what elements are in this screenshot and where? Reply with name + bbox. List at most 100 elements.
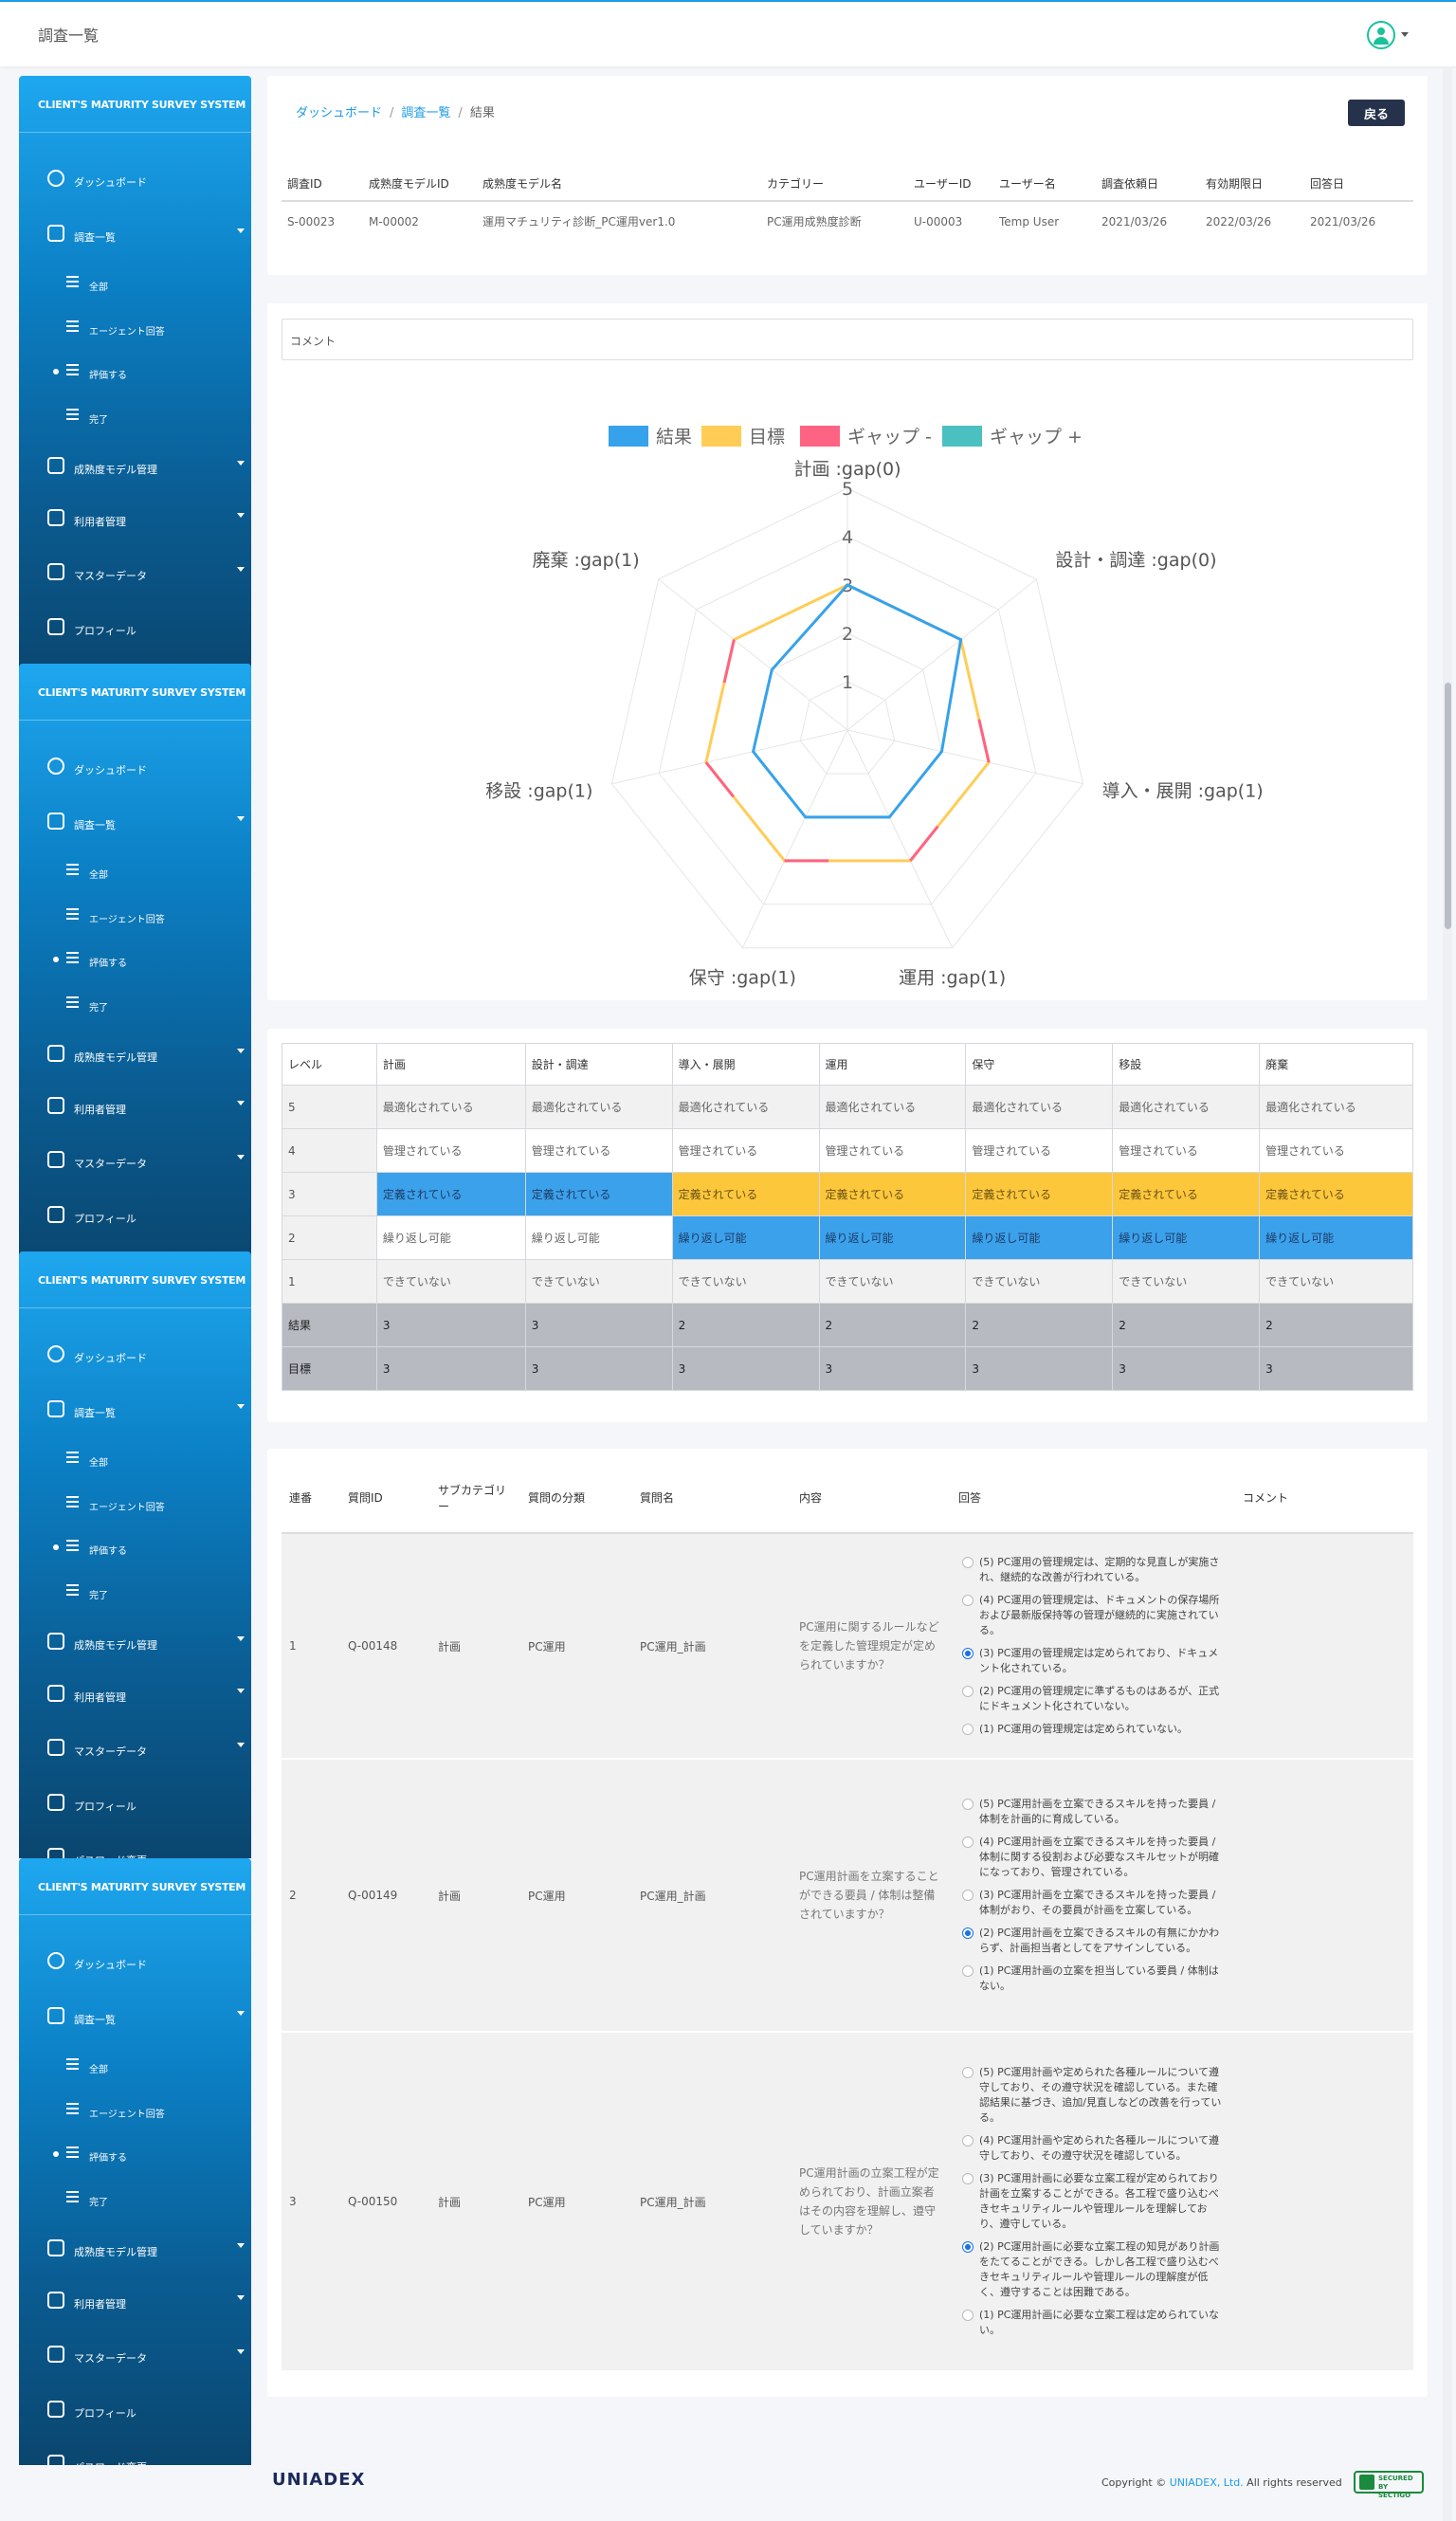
list-icon bbox=[66, 1496, 79, 1507]
chevron-down-icon bbox=[237, 816, 245, 821]
legend-item[interactable]: 目標 bbox=[701, 426, 785, 448]
document-icon bbox=[66, 2191, 79, 2202]
dashboard-icon bbox=[47, 758, 64, 775]
questions-card: 連番 質問ID サブカテゴリー 質問の分類 質問名 内容 回答 コメント 1 Q-00148 計画… bbox=[267, 1449, 1428, 2397]
survey-list-icon bbox=[47, 2007, 64, 2024]
breadcrumb-surveys[interactable]: 調査一覧 bbox=[401, 106, 450, 120]
answer-option-radio[interactable]: (1) PC運用計画に必要な立案工程は定められていない。 bbox=[958, 2308, 1228, 2338]
answer-cell: (5) PC運用の管理規定は、定期的な見直しが実施され、継続的な改善が行われてい… bbox=[951, 1533, 1235, 1760]
sidebar-item-label: 調査一覧 bbox=[74, 2014, 116, 2026]
legend-swatch bbox=[942, 426, 982, 447]
level-cell: できていない bbox=[375, 1259, 526, 1304]
level-header: 廃棄 bbox=[1259, 1043, 1413, 1086]
level-cell: 繰り返し可能 bbox=[524, 1215, 673, 1260]
level-row: 3 定義されている 定義されている 定義されている 定義されている 定義されている 定義され… bbox=[282, 1172, 1413, 1216]
level-cell: 繰り返し可能 bbox=[1112, 1215, 1261, 1260]
grid-spoke bbox=[846, 578, 1037, 731]
question-row: 3 Q-00150 計画 PC運用 PC運用_計画 PC運用計画の立案工程が定められており… bbox=[282, 2032, 1413, 2372]
chevron-down-icon bbox=[237, 461, 245, 466]
chevron-down-icon bbox=[237, 2349, 245, 2354]
answer-option-radio[interactable]: (3) PC運用の管理規定は定められており、ドキュメント化されている。 bbox=[958, 1646, 1228, 1676]
answer-option-radio[interactable]: (4) PC運用の管理規定は、ドキュメントの保存場所および最新版保持等の管理が継… bbox=[958, 1593, 1228, 1638]
question-comment bbox=[1235, 1759, 1413, 2033]
question-id: Q-00149 bbox=[340, 1759, 430, 2033]
level-number: 4 bbox=[282, 1128, 377, 1173]
summary-row: 結果 3 3 2 2 2 2 2 bbox=[282, 1303, 1413, 1347]
legend-label: ギャップ - bbox=[847, 427, 932, 448]
answer-option-radio[interactable]: (2) PC運用計画を立案できるスキルの有無にかかわらず、計画担当者としてをアサ… bbox=[958, 1926, 1228, 1956]
chevron-down-icon bbox=[237, 1101, 245, 1105]
dashboard-icon bbox=[47, 170, 64, 187]
answer-option-radio[interactable]: (2) PC運用計画に必要な立案工程の知見があり計画をたてることができる。しかし… bbox=[958, 2239, 1228, 2300]
level-header: 計画 bbox=[375, 1043, 526, 1086]
answer-option-radio[interactable]: (4) PC運用計画や定められた各種ルールについて遵守しており、その遵守状況を確… bbox=[958, 2133, 1228, 2164]
sidebar-item-label: エージェント回答 bbox=[89, 915, 165, 925]
answer-option-radio[interactable]: (1) PC運用の管理規定は定められていない。 bbox=[958, 1722, 1228, 1737]
users-icon bbox=[47, 1685, 64, 1702]
answer-option-radio[interactable]: (5) PC運用の管理規定は、定期的な見直しが実施され、継続的な改善が行われてい… bbox=[958, 1555, 1228, 1585]
sidebar: CLIENT'S MATURITY SURVEY SYSTEM ダッシュボード 調査… bbox=[19, 1251, 251, 1858]
legend-item[interactable]: ギャップ + bbox=[942, 426, 1083, 448]
question-no: 2 bbox=[282, 1759, 340, 2033]
answer-option-radio[interactable]: (1) PC運用計画の立案を担当している要員 / 体制はない。 bbox=[958, 1964, 1228, 1994]
list-icon bbox=[66, 2058, 79, 2070]
level-cell: できていない bbox=[965, 1259, 1114, 1304]
answer-option-radio[interactable]: (2) PC運用の管理規定に準ずるものはあるが、正式にドキュメント化されていない… bbox=[958, 1684, 1228, 1714]
sidebar-item-label: 成熟度モデル管理 bbox=[74, 2246, 157, 2258]
building-icon bbox=[47, 1633, 64, 1650]
list-icon bbox=[66, 276, 79, 287]
sidebar-item-label: ダッシュボード bbox=[74, 176, 147, 189]
level-cell: 繰り返し可能 bbox=[671, 1215, 820, 1260]
answer-option-radio[interactable]: (3) PC運用計画に必要な立案工程が定められており計画を立案することができる。… bbox=[958, 2171, 1228, 2232]
survey-info-card: ダッシュボード / 調査一覧 / 結果 戻る 調査ID 成熟度モデルID 成熟度モデル名 カテ… bbox=[267, 76, 1428, 275]
level-cell: 最適化されている bbox=[524, 1085, 673, 1129]
app-logo: CLIENT'S MATURITY SURVEY SYSTEM bbox=[19, 1858, 251, 1915]
sidebar-item-label: マスターデータ bbox=[74, 1158, 147, 1170]
question-comment bbox=[1235, 2032, 1413, 2372]
breadcrumb-dashboard[interactable]: ダッシュボード bbox=[296, 106, 382, 120]
top-bar: 調査一覧 bbox=[0, 0, 1456, 66]
list-icon bbox=[66, 320, 79, 332]
chevron-down-icon bbox=[237, 1155, 245, 1160]
gap-minus-mark bbox=[704, 761, 735, 798]
sidebar-item-label: 評価する bbox=[89, 959, 127, 969]
chevron-down-icon bbox=[237, 2295, 245, 2300]
profile-icon bbox=[47, 618, 64, 635]
sectigo-seal[interactable]: SECURED BY SECTIGO bbox=[1354, 2471, 1424, 2499]
level-row: 1 できていない できていない できていない できていない できていない できていない できて… bbox=[282, 1259, 1413, 1304]
level-cell: できていない bbox=[1259, 1259, 1413, 1304]
answer-option-radio[interactable]: (5) PC運用計画や定められた各種ルールについて遵守しており、その遵守状況を確… bbox=[958, 2065, 1228, 2126]
chevron-down-icon[interactable] bbox=[1401, 32, 1409, 37]
survey-list-icon bbox=[47, 1400, 64, 1417]
info-header: 成熟度モデル名 bbox=[477, 167, 761, 202]
chevron-down-icon bbox=[237, 513, 245, 518]
sidebar-item-label: 利用者管理 bbox=[74, 1691, 126, 1704]
company-link[interactable]: UNIADEX, Ltd. bbox=[1170, 2476, 1244, 2489]
answer-option-radio[interactable]: (5) PC運用計画を立案できるスキルを持った要員 / 体制を計画的に育成してい… bbox=[958, 1797, 1228, 1827]
question-cls: PC運用 bbox=[520, 1759, 632, 2033]
scrollbar-thumb[interactable] bbox=[1445, 683, 1451, 929]
level-cell: 繰り返し可能 bbox=[818, 1215, 967, 1260]
answer-option-radio[interactable]: (4) PC運用計画を立案できるスキルを持った要員 / 体制に関する役割および必… bbox=[958, 1835, 1228, 1880]
scrollbar[interactable] bbox=[1443, 66, 1452, 2521]
user-avatar-icon[interactable] bbox=[1367, 21, 1395, 49]
axis-label: 計画 :gap(0) bbox=[793, 459, 901, 480]
question-content: PC運用計画を立案することができる要員 / 体制は整備されていますか？ bbox=[792, 1759, 951, 2033]
question-header: 質問名 bbox=[632, 1463, 792, 1534]
legend-item[interactable]: 結果 bbox=[609, 426, 692, 448]
legend-item[interactable]: ギャップ - bbox=[800, 426, 932, 448]
question-header: 連番 bbox=[282, 1463, 340, 1534]
info-header: 調査ID bbox=[282, 167, 363, 202]
summary-cell: 2 bbox=[818, 1303, 967, 1347]
question-content: PC運用に関するルールなどを定義した管理規定が定められていますか？ bbox=[792, 1533, 951, 1760]
level-cell: 管理されている bbox=[1259, 1128, 1413, 1173]
shield-icon bbox=[1359, 2475, 1374, 2490]
question-cls: PC運用 bbox=[520, 1533, 632, 1760]
gap-minus-mark bbox=[722, 639, 736, 684]
summary-cell: 3 bbox=[1259, 1346, 1413, 1391]
sidebar-item-label: 成熟度モデル管理 bbox=[74, 1051, 157, 1064]
summary-cell: 3 bbox=[818, 1346, 967, 1391]
back-button[interactable]: 戻る bbox=[1348, 100, 1405, 126]
sidebar-item-label: 完了 bbox=[89, 415, 108, 426]
answer-option-radio[interactable]: (3) PC運用計画を立案できるスキルを持った要員 / 体制がおり、その要員が計… bbox=[958, 1888, 1228, 1918]
